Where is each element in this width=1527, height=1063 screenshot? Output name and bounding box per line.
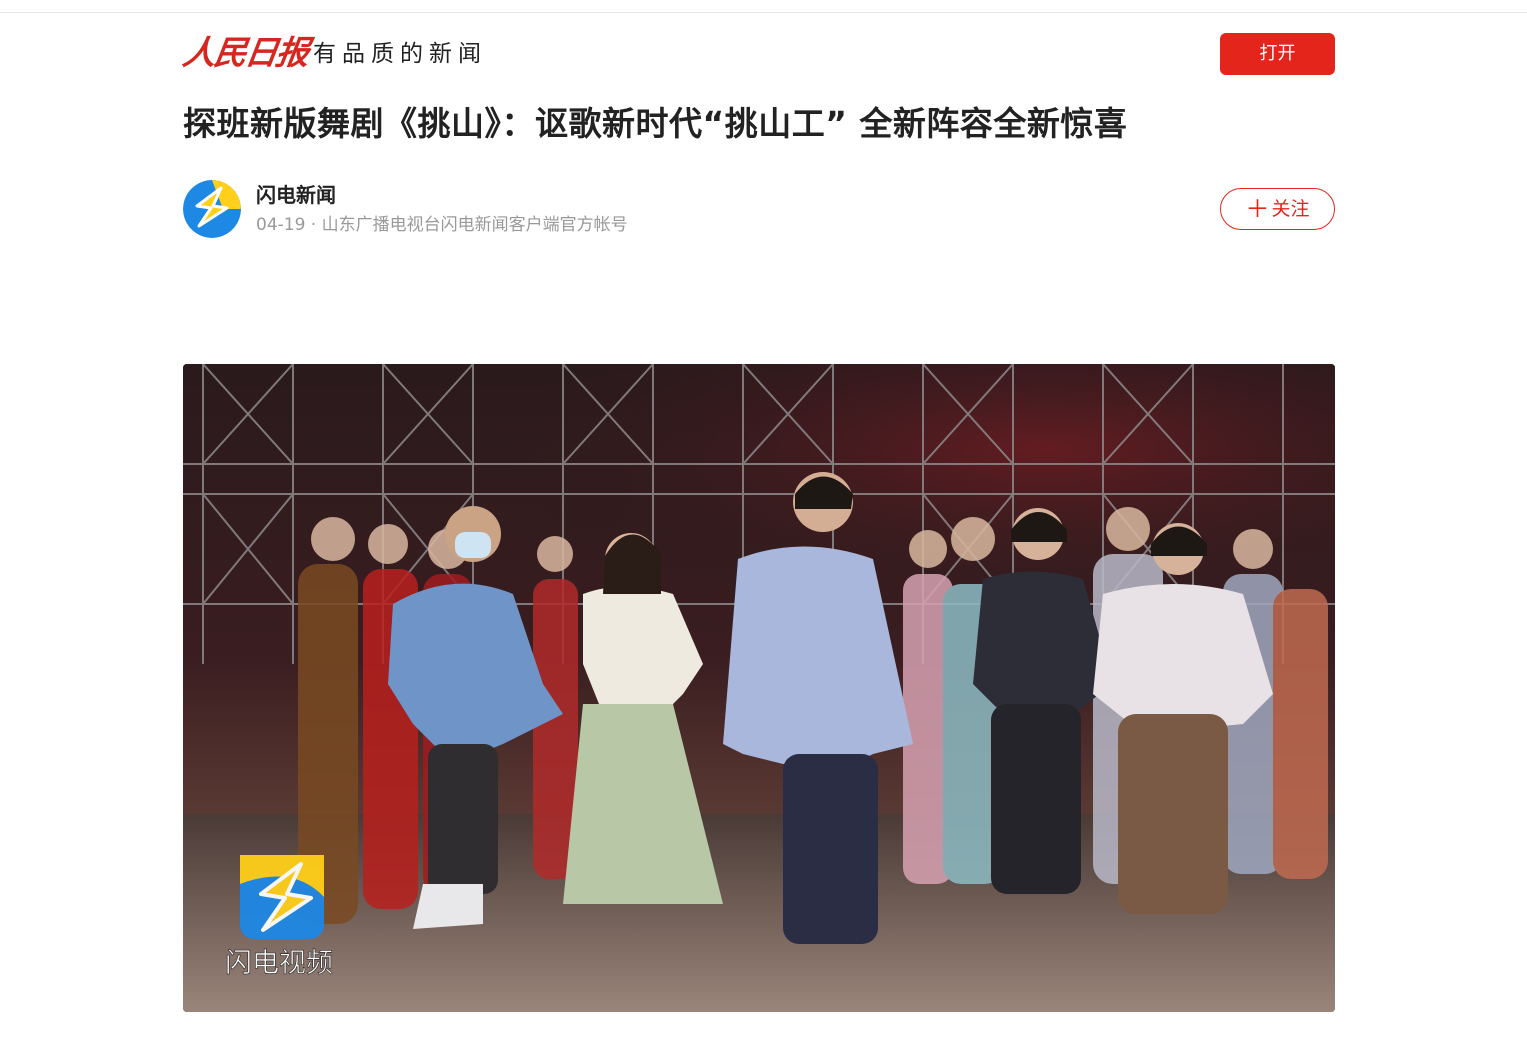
peoples-daily-logo[interactable]: 人民日报 <box>180 33 309 73</box>
author-meta: 04-19 · 山东广播电视台闪电新闻客户端官方帐号 <box>256 215 628 235</box>
lightning-bolt-icon <box>183 180 241 238</box>
author-name[interactable]: 闪电新闻 <box>256 182 336 208</box>
follow-button[interactable]: ＋关注 <box>1220 188 1335 230</box>
article-title: 探班新版舞剧《挑山》：讴歌新时代“挑山工” 全新阵容全新惊喜 <box>183 104 1128 143</box>
stage-dance-scene: 闪电视频 <box>183 364 1335 1012</box>
open-app-button[interactable]: 打开 <box>1220 33 1335 75</box>
follow-label: 关注 <box>1271 198 1310 220</box>
author-bar: 闪电新闻 04-19 · 山东广播电视台闪电新闻客户端官方帐号 ＋关注 <box>183 178 1335 240</box>
plus-icon: ＋ <box>1245 195 1270 223</box>
app-header: 人民日报 有品质的新闻 打开 <box>180 33 1335 75</box>
top-border <box>0 0 1527 13</box>
article-photo[interactable]: 闪电视频 <box>183 364 1335 1012</box>
header-slogan: 有品质的新闻 <box>313 41 487 67</box>
watermark-text: 闪电视频 <box>225 948 333 979</box>
watermark <box>240 855 324 939</box>
author-avatar[interactable] <box>183 180 241 238</box>
